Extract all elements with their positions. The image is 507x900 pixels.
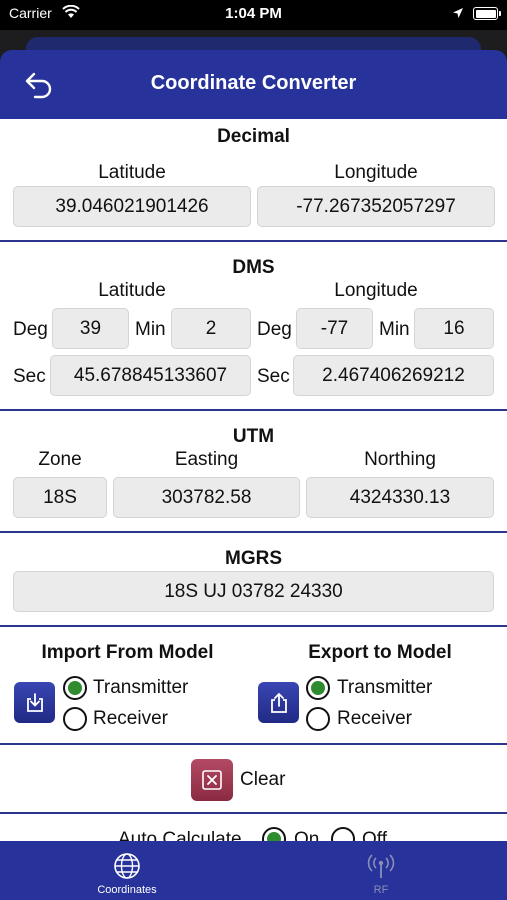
decimal-longitude-field[interactable]: -77.267352057297 bbox=[257, 186, 495, 227]
lon-sec-field[interactable]: 2.467406269212 bbox=[293, 355, 494, 396]
mgrs-title: MGRS bbox=[225, 548, 282, 569]
lon-min-field[interactable]: 16 bbox=[414, 308, 494, 349]
battery-tip bbox=[499, 11, 501, 16]
import-receiver-label: Receiver bbox=[93, 708, 168, 729]
divider bbox=[0, 743, 507, 745]
import-transmitter-label: Transmitter bbox=[93, 677, 189, 698]
export-transmitter-label: Transmitter bbox=[337, 677, 433, 698]
auto-calculate-off-label: Off bbox=[362, 829, 387, 841]
import-button[interactable] bbox=[14, 682, 55, 723]
import-title: Import From Model bbox=[41, 642, 214, 663]
utm-zone-field[interactable]: 18S bbox=[13, 477, 107, 518]
auto-calculate-on-radio[interactable] bbox=[262, 827, 286, 841]
export-icon bbox=[270, 692, 287, 713]
lon-min-label: Min bbox=[379, 319, 410, 340]
utm-zone-label: Zone bbox=[38, 449, 82, 470]
clear-label[interactable]: Clear bbox=[240, 769, 285, 791]
dms-title: DMS bbox=[232, 257, 275, 278]
page-title: Coordinate Converter bbox=[150, 72, 357, 94]
status-bar: Carrier 1:04 PM bbox=[0, 0, 507, 30]
decimal-title: Decimal bbox=[217, 126, 290, 147]
export-title: Export to Model bbox=[308, 642, 452, 663]
auto-calculate-label: Auto Calculate bbox=[118, 829, 242, 841]
import-receiver-radio[interactable] bbox=[63, 707, 87, 731]
utm-northing-field[interactable]: 4324330.13 bbox=[306, 477, 494, 518]
dms-latitude-label: Latitude bbox=[98, 280, 166, 301]
lat-deg-label: Deg bbox=[13, 319, 48, 340]
tab-bar: Coordinates RF bbox=[0, 841, 507, 900]
battery-icon bbox=[473, 7, 498, 20]
lat-min-field[interactable]: 2 bbox=[171, 308, 251, 349]
utm-northing-label: Northing bbox=[364, 449, 436, 470]
clear-button[interactable] bbox=[191, 759, 233, 801]
lat-min-label: Min bbox=[135, 319, 166, 340]
divider bbox=[0, 531, 507, 533]
antenna-icon bbox=[367, 854, 395, 878]
auto-calculate-on-label: On bbox=[294, 829, 320, 841]
decimal-longitude-label: Longitude bbox=[334, 162, 418, 183]
export-receiver-label: Receiver bbox=[337, 708, 412, 729]
lon-deg-label: Deg bbox=[257, 319, 292, 340]
utm-easting-label: Easting bbox=[174, 449, 239, 470]
clock: 1:04 PM bbox=[225, 5, 282, 22]
utm-title: UTM bbox=[232, 426, 275, 447]
nav-header: Coordinate Converter bbox=[0, 50, 507, 119]
lat-sec-field[interactable]: 45.678845133607 bbox=[50, 355, 251, 396]
tab-coordinates[interactable]: Coordinates bbox=[0, 841, 254, 900]
globe-icon bbox=[114, 853, 140, 879]
decimal-latitude-field[interactable]: 39.046021901426 bbox=[13, 186, 251, 227]
dms-longitude-label: Longitude bbox=[334, 280, 418, 301]
divider bbox=[0, 240, 507, 242]
converter-content: Decimal Latitude Longitude 39.0460219014… bbox=[0, 119, 507, 841]
tab-rf-label: RF bbox=[373, 884, 389, 896]
divider bbox=[0, 625, 507, 627]
divider bbox=[0, 812, 507, 814]
export-button[interactable] bbox=[258, 682, 299, 723]
clear-icon bbox=[202, 770, 222, 790]
decimal-latitude-label: Latitude bbox=[98, 162, 166, 183]
location-arrow-icon bbox=[452, 6, 464, 24]
divider bbox=[0, 409, 507, 411]
tab-coordinates-label: Coordinates bbox=[97, 884, 157, 896]
mgrs-field[interactable]: 18S UJ 03782 24330 bbox=[13, 571, 494, 612]
auto-calculate-off-radio[interactable] bbox=[331, 827, 355, 841]
lon-sec-label: Sec bbox=[257, 366, 290, 387]
tab-rf[interactable]: RF bbox=[254, 841, 507, 900]
lat-deg-field[interactable]: 39 bbox=[52, 308, 129, 349]
lon-deg-field[interactable]: -77 bbox=[296, 308, 373, 349]
export-receiver-radio[interactable] bbox=[306, 707, 330, 731]
lat-sec-label: Sec bbox=[13, 366, 46, 387]
utm-easting-field[interactable]: 303782.58 bbox=[113, 477, 300, 518]
export-transmitter-radio[interactable] bbox=[306, 676, 330, 700]
import-icon bbox=[26, 692, 43, 712]
import-transmitter-radio[interactable] bbox=[63, 676, 87, 700]
